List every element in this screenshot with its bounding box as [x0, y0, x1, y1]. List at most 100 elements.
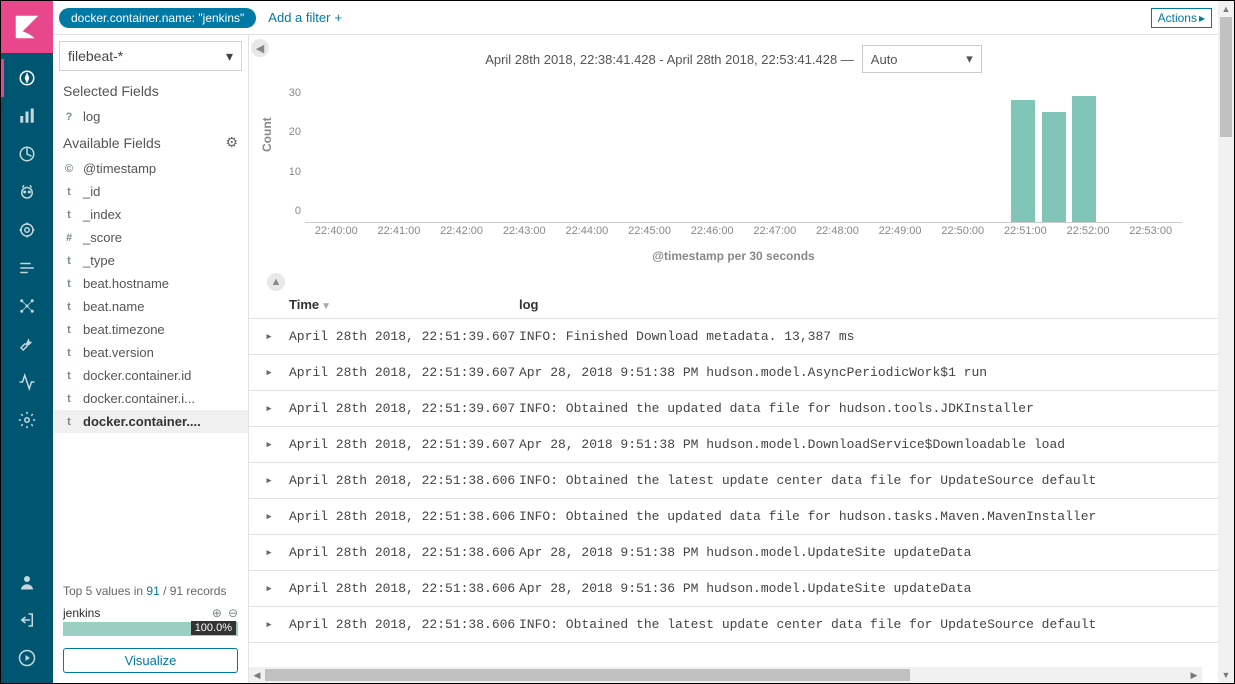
expand-row-icon[interactable]: ▸ — [249, 581, 289, 596]
scroll-right-icon[interactable]: ▶ — [1186, 667, 1202, 683]
field-value-row: jenkins ⊕ ⊖ — [53, 604, 248, 620]
nav-timelion-icon[interactable] — [1, 173, 53, 211]
kibana-logo[interactable] — [1, 1, 53, 53]
selected-fields-title: Selected Fields — [53, 77, 248, 105]
collapse-sidebar-icon[interactable]: ◀ — [251, 39, 269, 57]
table-row: ▸April 28th 2018, 22:51:38.606INFO: Obta… — [249, 499, 1218, 535]
expand-row-icon[interactable]: ▸ — [249, 365, 289, 380]
field-name: _type — [83, 253, 115, 268]
filter-plus-icon[interactable]: ⊕ — [212, 606, 222, 620]
field-row[interactable]: tbeat.hostname — [53, 272, 248, 295]
expand-row-icon[interactable]: ▸ — [249, 329, 289, 344]
nav-monitoring-icon[interactable] — [1, 363, 53, 401]
sort-desc-icon: ▼ — [321, 301, 331, 312]
field-value-pct: 100.0% — [191, 621, 236, 635]
cell-time: April 28th 2018, 22:51:39.607 — [289, 365, 519, 380]
doc-table: Time▼ log ▸April 28th 2018, 22:51:39.607… — [249, 291, 1218, 667]
nav-devtools-icon[interactable] — [1, 325, 53, 363]
field-type-icon: t — [63, 255, 75, 267]
actions-button[interactable]: Actions ▸ — [1151, 8, 1212, 28]
nav-management-icon[interactable] — [1, 401, 53, 439]
chart-bar[interactable] — [1072, 96, 1096, 222]
nav-apm-icon[interactable] — [1, 211, 53, 249]
field-row[interactable]: t beat.name — [53, 295, 248, 318]
nav-user-icon[interactable] — [1, 563, 53, 601]
nav-visualize-icon[interactable] — [1, 97, 53, 135]
index-pattern-select[interactable]: filebeat-* ▾ — [59, 41, 242, 71]
field-row[interactable]: #_score — [53, 226, 248, 249]
chart-bar[interactable] — [1042, 112, 1066, 222]
expand-row-icon[interactable]: ▸ — [249, 401, 289, 416]
nav-list-icon[interactable] — [1, 249, 53, 287]
horizontal-scrollbar[interactable]: ◀ ▶ — [249, 667, 1202, 683]
add-filter-link[interactable]: Add a filter + — [268, 10, 342, 25]
col-time-header[interactable]: Time▼ — [289, 297, 519, 312]
collapse-chart-icon[interactable]: ▲ — [267, 273, 285, 291]
table-row: ▸April 28th 2018, 22:51:38.606Apr 28, 20… — [249, 535, 1218, 571]
nav-collapse-icon[interactable] — [1, 639, 53, 677]
field-name: beat.hostname — [83, 276, 169, 291]
field-type-icon: t — [63, 370, 75, 382]
field-row[interactable]: tdocker.container.id — [53, 364, 248, 387]
interval-value: Auto — [871, 52, 898, 67]
y-axis-label: Count — [260, 117, 274, 152]
field-type-icon: t — [63, 393, 75, 405]
field-type-icon: t — [63, 301, 75, 313]
scroll-up-icon[interactable]: ▲ — [1218, 1, 1234, 17]
field-type-icon: ? — [63, 111, 75, 123]
scroll-left-icon[interactable]: ◀ — [249, 667, 265, 683]
field-row[interactable]: t_index — [53, 203, 248, 226]
x-tick: 22:53:00 — [1129, 225, 1172, 237]
cell-time: April 28th 2018, 22:51:39.607 — [289, 329, 519, 344]
field-row[interactable]: t_id — [53, 180, 248, 203]
scroll-thumb[interactable] — [1220, 17, 1232, 137]
visualize-button[interactable]: Visualize — [63, 648, 238, 673]
expand-row-icon[interactable]: ▸ — [249, 437, 289, 452]
time-range-label: April 28th 2018, 22:38:41.428 - April 28… — [265, 45, 1202, 73]
field-row[interactable]: tdocker.container.... — [53, 410, 248, 433]
y-tick: 20 — [289, 126, 301, 138]
field-row[interactable]: tdocker.container.i... — [53, 387, 248, 410]
nav-logout-icon[interactable] — [1, 601, 53, 639]
scroll-down-icon[interactable]: ▼ — [1218, 667, 1234, 683]
scroll-thumb[interactable] — [265, 669, 910, 681]
filter-minus-icon[interactable]: ⊖ — [228, 606, 238, 620]
expand-row-icon[interactable]: ▸ — [249, 617, 289, 632]
nav-dashboard-icon[interactable] — [1, 135, 53, 173]
x-tick: 22:48:00 — [816, 225, 859, 237]
cell-time: April 28th 2018, 22:51:38.606 — [289, 617, 519, 632]
chart-area: ◀ April 28th 2018, 22:38:41.428 - April … — [249, 35, 1218, 291]
field-name: docker.container.... — [83, 414, 201, 429]
field-name: beat.version — [83, 345, 154, 360]
cell-time: April 28th 2018, 22:51:38.606 — [289, 509, 519, 524]
expand-row-icon[interactable]: ▸ — [249, 545, 289, 560]
field-row[interactable]: tbeat.version — [53, 341, 248, 364]
field-name: _score — [83, 230, 122, 245]
field-row[interactable]: t _type — [53, 249, 248, 272]
interval-select[interactable]: Auto ▾ — [862, 45, 982, 73]
field-row[interactable]: ©@timestamp — [53, 157, 248, 180]
histogram-chart[interactable]: Count 0102030 22:40:0022:41:0022:42:0022… — [305, 85, 1182, 245]
available-fields-title: Available Fields ⚙ — [53, 128, 248, 157]
left-nav-rail — [1, 1, 53, 683]
field-row[interactable]: tbeat.timezone — [53, 318, 248, 341]
expand-row-icon[interactable]: ▸ — [249, 473, 289, 488]
expand-row-icon[interactable]: ▸ — [249, 509, 289, 524]
plus-icon: + — [334, 10, 342, 25]
nav-discover-icon[interactable] — [1, 59, 53, 97]
x-tick: 22:45:00 — [628, 225, 671, 237]
field-name: beat.timezone — [83, 322, 165, 337]
gear-icon[interactable]: ⚙ — [225, 134, 238, 151]
nav-ml-icon[interactable] — [1, 287, 53, 325]
col-log-header[interactable]: log — [519, 297, 1218, 312]
field-row[interactable]: ?log — [53, 105, 248, 128]
x-axis-label: @timestamp per 30 seconds — [265, 245, 1202, 273]
chart-bar[interactable] — [1011, 100, 1035, 222]
main-area: docker.container.name: "jenkins" Add a f… — [53, 1, 1218, 683]
filter-pill[interactable]: docker.container.name: "jenkins" — [59, 8, 256, 28]
x-tick: 22:49:00 — [879, 225, 922, 237]
field-name: beat.name — [83, 299, 144, 314]
table-row: ▸April 28th 2018, 22:51:38.606Apr 28, 20… — [249, 571, 1218, 607]
x-tick: 22:47:00 — [753, 225, 796, 237]
vertical-scrollbar[interactable]: ▲ ▼ — [1218, 1, 1234, 683]
